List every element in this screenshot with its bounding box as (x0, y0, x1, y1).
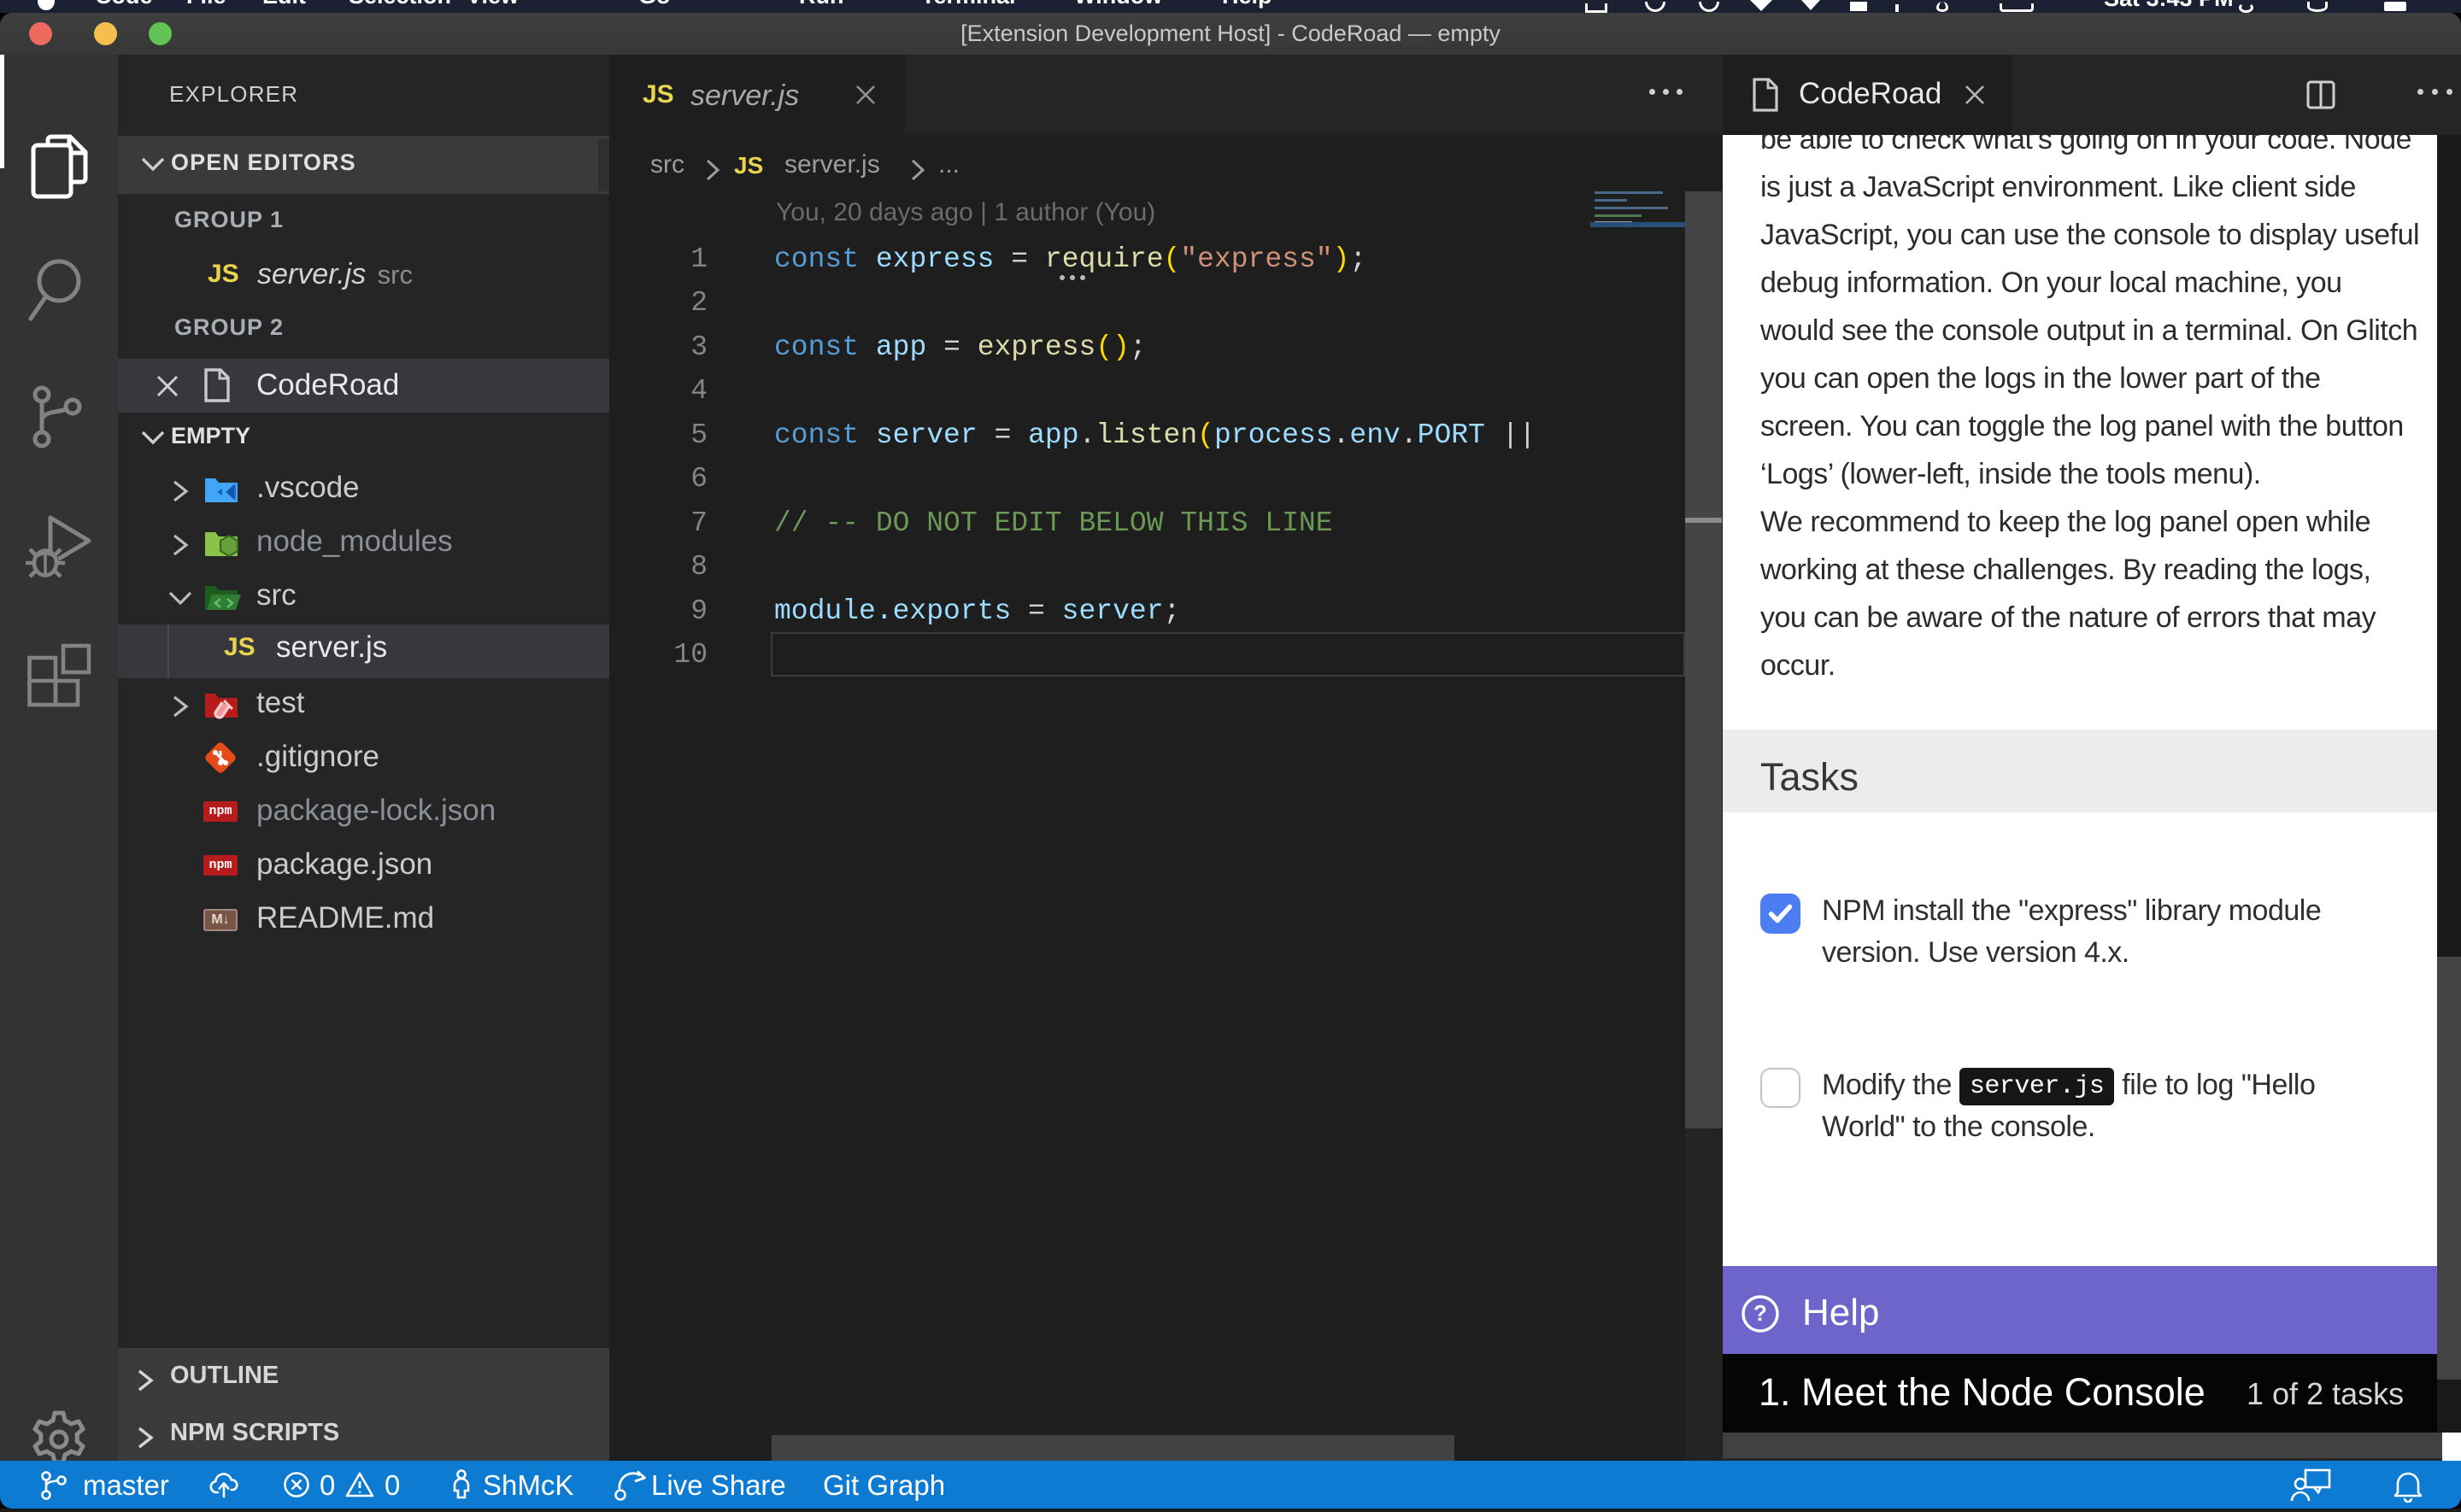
svg-text:?: ? (1753, 1300, 1767, 1326)
